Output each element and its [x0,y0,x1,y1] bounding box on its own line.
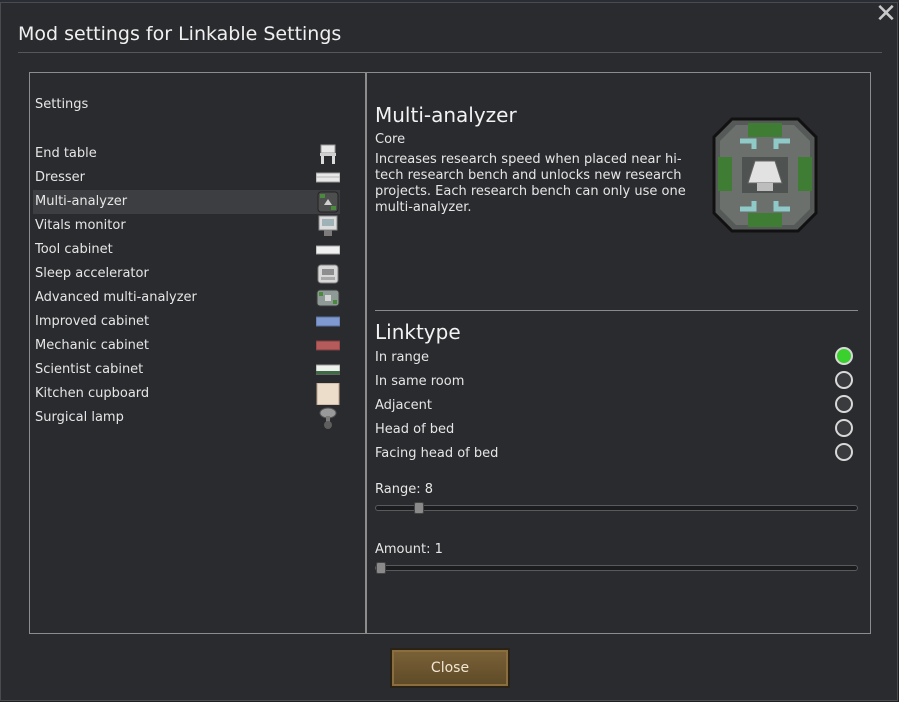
scientist-cabinet-icon [316,364,340,375]
sidebar-item-scientist-cabinet[interactable]: Scientist cabinet [33,358,340,382]
settings-list-header: Settings [35,97,89,112]
section-divider [375,310,858,311]
sidebar-item-surgical-lamp[interactable]: Surgical lamp [33,406,340,430]
sidebar-item-label: Mechanic cabinet [35,338,150,353]
sidebar-item-label: Multi-analyzer [35,194,128,209]
radio-unselected-icon[interactable] [835,443,853,461]
radio-label: Facing head of bed [375,446,499,461]
tool-cabinet-icon [316,245,340,255]
linktype-option-facing-head-of-bed[interactable]: Facing head of bed [375,442,859,466]
sidebar-item-label: Scientist cabinet [35,362,144,377]
advanced-multi-analyzer-icon [316,289,340,307]
range-slider[interactable] [375,502,858,514]
linktype-option-in-same-room[interactable]: In same room [375,370,859,394]
setting-detail-panel: Multi-analyzer Core Increases research s… [366,72,871,634]
sidebar-item-label: Kitchen cupboard [35,386,150,401]
improved-cabinet-icon [316,316,340,327]
sidebar-item-dresser[interactable]: Dresser [33,166,340,190]
mechanic-cabinet-icon [316,340,340,351]
range-slider-handle[interactable] [414,502,424,514]
kitchen-cupboard-icon [316,383,340,405]
linktype-option-in-range[interactable]: In range [375,346,859,370]
sidebar-item-label: Sleep accelerator [35,266,149,281]
surgical-lamp-icon [319,407,337,429]
sidebar-item-advanced-multi-analyzer[interactable]: Advanced multi-analyzer [33,286,340,310]
sidebar-item-label: Dresser [35,170,85,185]
detail-description: Increases research speed when placed nea… [375,152,686,215]
settings-list-panel: Settings End table Dresser Multi-analyze… [29,72,366,634]
close-x-icon[interactable]: ✕ [874,1,898,27]
range-slider-label: Range: 8 [375,482,433,497]
sidebar-item-label: Vitals monitor [35,218,126,233]
detail-category: Core [375,132,406,147]
end-table-icon [320,144,336,164]
dresser-icon [316,172,340,183]
sleep-accelerator-icon [317,264,339,284]
multi-analyzer-large-icon [712,117,818,233]
mod-settings-window: Mod settings for Linkable Settings Setti… [0,2,898,701]
radio-unselected-icon[interactable] [835,395,853,413]
sidebar-item-mechanic-cabinet[interactable]: Mechanic cabinet [33,334,340,358]
sidebar-item-label: Tool cabinet [35,242,113,257]
sidebar-item-label: Advanced multi-analyzer [35,290,197,305]
sidebar-item-multi-analyzer[interactable]: Multi-analyzer [33,190,340,214]
window-title: Mod settings for Linkable Settings [18,23,342,45]
radio-unselected-icon[interactable] [835,371,853,389]
radio-label: In range [375,350,430,365]
title-divider [18,52,882,53]
multi-analyzer-icon [317,191,339,213]
detail-title: Multi-analyzer [375,103,517,127]
sidebar-item-improved-cabinet[interactable]: Improved cabinet [33,310,340,334]
radio-unselected-icon[interactable] [835,419,853,437]
linktype-title: Linktype [375,320,461,344]
sidebar-item-vitals-monitor[interactable]: Vitals monitor [33,214,340,238]
sidebar-item-sleep-accelerator[interactable]: Sleep accelerator [33,262,340,286]
sidebar-item-label: End table [35,146,97,161]
sidebar-item-label: Surgical lamp [35,410,124,425]
radio-selected-icon[interactable] [835,347,853,365]
close-button[interactable]: Close [390,648,510,688]
vitals-monitor-icon [318,215,338,236]
radio-label: Head of bed [375,422,455,437]
amount-slider-handle[interactable] [376,562,386,574]
sidebar-item-kitchen-cupboard[interactable]: Kitchen cupboard [33,382,340,406]
sidebar-item-end-table[interactable]: End table [33,142,340,166]
amount-slider[interactable] [375,562,858,574]
linktype-option-adjacent[interactable]: Adjacent [375,394,859,418]
linktype-option-head-of-bed[interactable]: Head of bed [375,418,859,442]
amount-slider-label: Amount: 1 [375,542,443,557]
sidebar-item-label: Improved cabinet [35,314,150,329]
radio-label: Adjacent [375,398,432,413]
sidebar-item-tool-cabinet[interactable]: Tool cabinet [33,238,340,262]
radio-label: In same room [375,374,465,389]
